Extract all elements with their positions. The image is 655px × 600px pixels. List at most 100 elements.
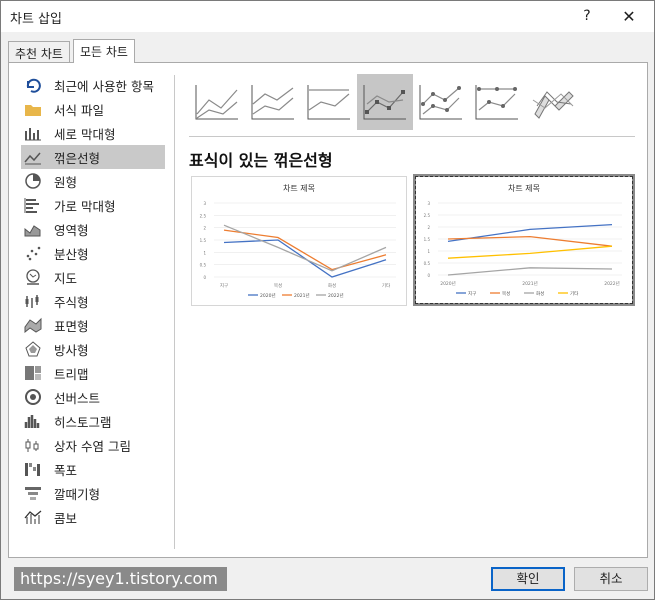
stock-chart-icon [24, 293, 42, 309]
sidebar-item-sunburst[interactable]: 선버스트 [21, 385, 165, 409]
stacked-line-markers-icon [419, 85, 462, 120]
sidebar-item-label: 방사형 [54, 342, 89, 358]
sidebar-item-area-chart[interactable]: 영역형 [21, 217, 165, 241]
sidebar-item-line-chart[interactable]: 꺾은선형 [21, 145, 165, 169]
sidebar-item-waterfall[interactable]: 폭포 [21, 457, 165, 481]
preview-by-series-rows[interactable]: 차트 제목 3 2.5 2 1.5 1 0.5 0 지구 목성 화성 기타 2020년 2021년 2022… [191, 176, 407, 306]
sidebar-item-scatter-chart[interactable]: 분산형 [21, 241, 165, 265]
stacked-line-markers-subtype-button[interactable] [413, 74, 469, 130]
undo-icon [24, 77, 42, 93]
stacked-100-line-markers-subtype-button[interactable] [469, 74, 525, 130]
preview-by-series-columns[interactable]: 차트 제목 3 2.5 2 1.5 1 0.5 0 2020년 2021년 2022년 지구 목성 화성 기… [413, 174, 635, 306]
legend-label: 2021년 [294, 292, 310, 299]
sidebar-item-label: 최근에 사용한 항목 [54, 78, 154, 94]
legend-label: 2022년 [328, 292, 344, 299]
chart-panel: 최근에 사용한 항목서식 파일세로 막대형꺾은선형원형가로 막대형영역형 분산형지… [8, 62, 648, 558]
y-tick-label: 3 [427, 201, 430, 206]
y-tick-label: 3 [203, 201, 206, 206]
stacked-line-icon [251, 85, 294, 120]
preview-chart-1: 차트 제목 3 2.5 2 1.5 1 0.5 0 2020년 2021년 2022년지구 목성 화성 기… [424, 184, 622, 297]
sidebar-item-surface-chart[interactable]: 표면형 [21, 313, 165, 337]
legend-label: 화성 [536, 290, 544, 297]
line-with-markers-subtype-button[interactable] [357, 74, 413, 130]
preview-chart-title: 차트 제목 [283, 184, 315, 193]
stacked-100-line-subtype-button[interactable] [301, 74, 357, 130]
sidebar-item-label: 콤보 [54, 510, 78, 526]
3d-line-subtype-button[interactable] [525, 74, 581, 130]
sidebar-item-histogram[interactable]: 히스토그램 [21, 409, 165, 433]
ok-button[interactable]: 확인 [491, 567, 565, 591]
subtype-title: 표식이 있는 꺾은선형 [189, 151, 333, 170]
sidebar-item-undo[interactable]: 최근에 사용한 항목 [21, 73, 165, 97]
y-tick-label: 2 [203, 226, 206, 231]
sidebar-item-label: 지도 [54, 270, 78, 286]
tab-recommended-charts[interactable]: 추천 차트 [8, 41, 70, 62]
legend-label: 지구 [468, 290, 476, 297]
insert-chart-dialog: 차트 삽입 ? ✕ 추천 차트 모든 차트 최근에 사용한 항목서식 파일세로 … [0, 0, 655, 600]
y-tick-label: 2.5 [424, 213, 431, 218]
y-tick-label: 1 [427, 249, 430, 254]
title-bar: 차트 삽입 ? ✕ [1, 1, 654, 32]
y-tick-label: 0 [203, 275, 206, 280]
sidebar-item-map[interactable]: 지도 [21, 265, 165, 289]
area-chart-icon [24, 221, 42, 237]
waterfall-icon [24, 461, 42, 477]
sunburst-icon [24, 389, 42, 405]
help-button[interactable]: ? [577, 6, 597, 26]
combo-chart-icon [24, 509, 42, 525]
y-tick-label: 2 [427, 225, 430, 230]
column-chart-icon [24, 125, 42, 141]
sidebar-item-label: 깔때기형 [54, 486, 101, 502]
pie-chart-icon [24, 173, 42, 189]
y-tick-label: 1.5 [424, 237, 431, 242]
sidebar-item-label: 꺾은선형 [54, 150, 101, 166]
sidebar-item-label: 상자 수염 그림 [54, 438, 131, 454]
stacked-line-subtype-button[interactable] [245, 74, 301, 130]
histogram-icon [24, 413, 42, 429]
sidebar-item-folder[interactable]: 서식 파일 [21, 97, 165, 121]
series-line [223, 229, 387, 271]
divider [174, 75, 175, 549]
divider [189, 136, 635, 137]
treemap-icon [24, 365, 42, 381]
sidebar-item-label: 세로 막대형 [54, 126, 116, 142]
y-tick-label: 1.5 [200, 238, 207, 243]
sidebar-item-funnel[interactable]: 깔때기형 [21, 481, 165, 505]
radar-chart-icon [24, 341, 42, 357]
sidebar-item-box-whisker[interactable]: 상자 수염 그림 [21, 433, 165, 457]
tab-all-charts[interactable]: 모든 차트 [73, 39, 135, 63]
sidebar-item-bar-chart[interactable]: 가로 막대형 [21, 193, 165, 217]
sidebar-item-label: 트리맵 [54, 366, 89, 382]
preview-chart-0: 차트 제목 3 2.5 2 1.5 1 0.5 0 지구 목성 화성 기타 2020년 2021년 2022… [200, 184, 396, 299]
sidebar-item-pie-chart[interactable]: 원형 [21, 169, 165, 193]
sidebar-item-stock-chart[interactable]: 주식형 [21, 289, 165, 313]
x-tick-label: 화성 [328, 282, 336, 289]
legend-label: 기타 [570, 290, 579, 297]
sidebar-item-treemap[interactable]: 트리맵 [21, 361, 165, 385]
x-tick-label: 기타 [382, 282, 391, 289]
series-line [223, 224, 387, 272]
line-icon [195, 85, 238, 120]
sidebar-item-column-chart[interactable]: 세로 막대형 [21, 121, 165, 145]
close-button[interactable]: ✕ [618, 6, 640, 28]
bar-chart-icon [24, 197, 42, 213]
y-tick-label: 0 [427, 273, 430, 278]
sidebar-item-combo-chart[interactable]: 콤보 [21, 505, 165, 529]
sidebar-item-label: 가로 막대형 [54, 198, 116, 214]
x-tick-label: 목성 [274, 282, 282, 289]
scatter-chart-icon [24, 245, 42, 261]
sidebar-item-label: 서식 파일 [54, 102, 104, 118]
legend-label: 목성 [502, 290, 510, 297]
series-line [447, 245, 613, 259]
cancel-button[interactable]: 취소 [574, 567, 648, 591]
line-subtype-button[interactable] [189, 74, 245, 130]
folder-icon [24, 101, 42, 117]
sidebar-item-label: 히스토그램 [54, 414, 112, 430]
sidebar-item-radar-chart[interactable]: 방사형 [21, 337, 165, 361]
x-tick-label: 지구 [220, 282, 228, 289]
stacked-100-line-icon [307, 85, 350, 120]
y-tick-label: 1 [203, 250, 206, 255]
sidebar-item-label: 표면형 [54, 318, 89, 334]
preview-chart-title: 차트 제목 [508, 184, 540, 193]
y-tick-label: 0.5 [200, 263, 207, 268]
